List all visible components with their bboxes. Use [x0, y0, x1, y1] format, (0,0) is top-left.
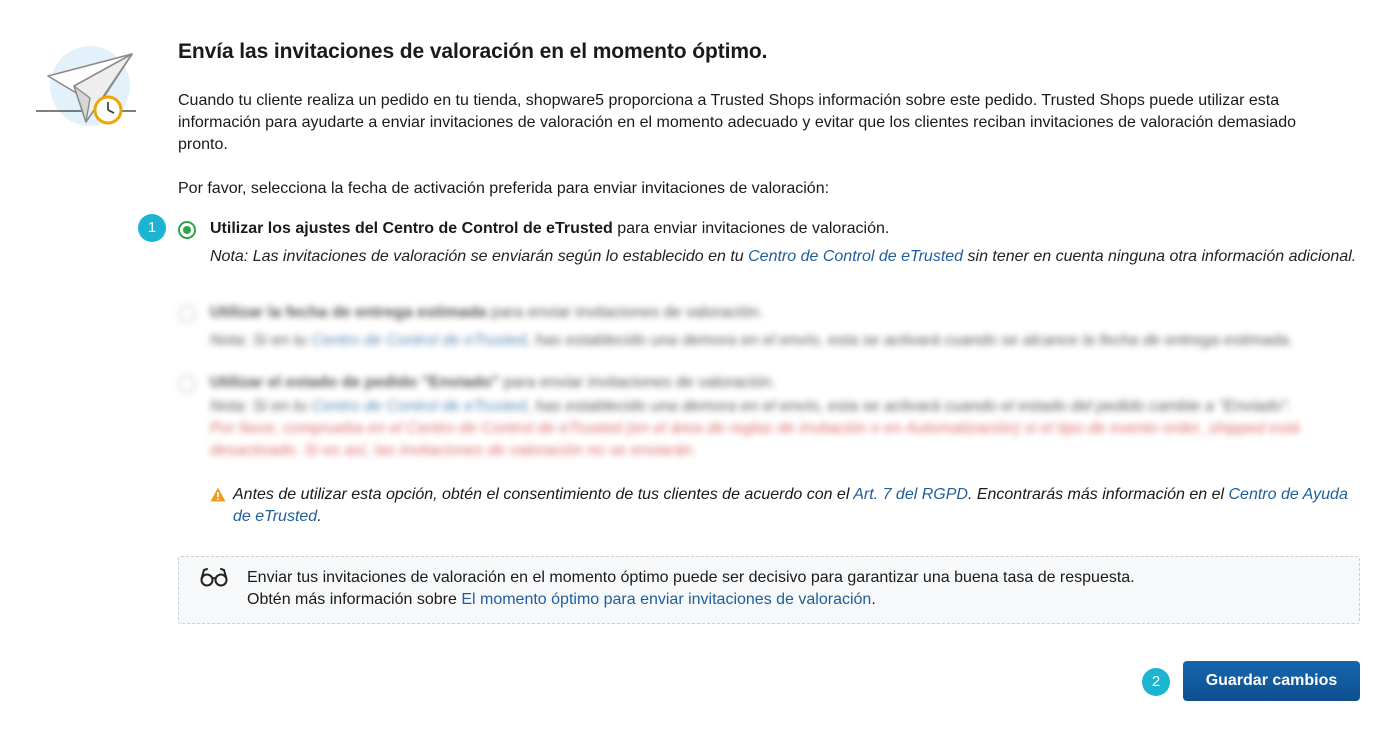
paper-plane-clock-icon: [36, 46, 136, 126]
option-estimated-delivery[interactable]: Utilizar la fecha de entrega estimada pa…: [178, 302, 1360, 352]
step-badge-2: 2: [1142, 668, 1170, 696]
option-note: Nota: Si en tu Centro de Control de eTru…: [210, 332, 1294, 349]
option-note: Nota: Si en tu Centro de Control de eTru…: [210, 398, 1292, 415]
optimal-timing-link[interactable]: El momento óptimo para enviar invitacion…: [461, 591, 871, 608]
review-timing-settings: Envía las invitaciones de valoración en …: [0, 0, 1395, 737]
option-title: Utilizar la fecha de entrega estimada pa…: [210, 304, 764, 321]
save-button[interactable]: Guardar cambios: [1183, 661, 1360, 701]
main-content: Envía las invitaciones de valoración en …: [178, 38, 1360, 624]
radio-shipped-status[interactable]: [178, 375, 196, 393]
intro-text: Cuando tu cliente realiza un pedido en t…: [178, 92, 1296, 153]
prompt-text: Por favor, selecciona la fecha de activa…: [178, 180, 830, 197]
etrusted-control-center-link[interactable]: Centro de Control de eTrusted: [311, 332, 526, 349]
option-note: Nota: Las invitaciones de valoración se …: [210, 248, 1357, 265]
etrusted-control-center-link[interactable]: Centro de Control de eTrusted: [748, 248, 963, 265]
option-title: Utilizar los ajustes del Centro de Contr…: [210, 220, 890, 237]
step-badge-1: 1: [138, 214, 166, 242]
option-error-text: Por favor, comprueba en el Centro de Con…: [210, 420, 1300, 459]
option-shipped-status[interactable]: Utilizar el estado de pedido "Enviado" p…: [178, 372, 1360, 462]
radio-estimated-delivery[interactable]: [178, 305, 196, 323]
option-title: Utilizar el estado de pedido "Enviado" p…: [210, 374, 776, 391]
radio-etrusted-settings[interactable]: [178, 221, 196, 239]
warning-triangle-icon: [210, 487, 226, 502]
tip-line-1: Enviar tus invitaciones de valoración en…: [247, 569, 1135, 586]
option-etrusted-settings[interactable]: Utilizar los ajustes del Centro de Contr…: [178, 218, 1360, 274]
page-title: Envía las invitaciones de valoración en …: [178, 40, 768, 63]
tip-box: Enviar tus invitaciones de valoración en…: [178, 556, 1360, 624]
etrusted-control-center-link[interactable]: Centro de Control de eTrusted: [311, 398, 526, 415]
glasses-icon: [200, 568, 228, 587]
gdpr-art7-link[interactable]: Art. 7 del RGPD: [853, 486, 968, 503]
gdpr-warning: Antes de utilizar esta opción, obtén el …: [178, 484, 1360, 528]
tip-line-2: Obtén más información sobre El momento ó…: [247, 591, 876, 608]
